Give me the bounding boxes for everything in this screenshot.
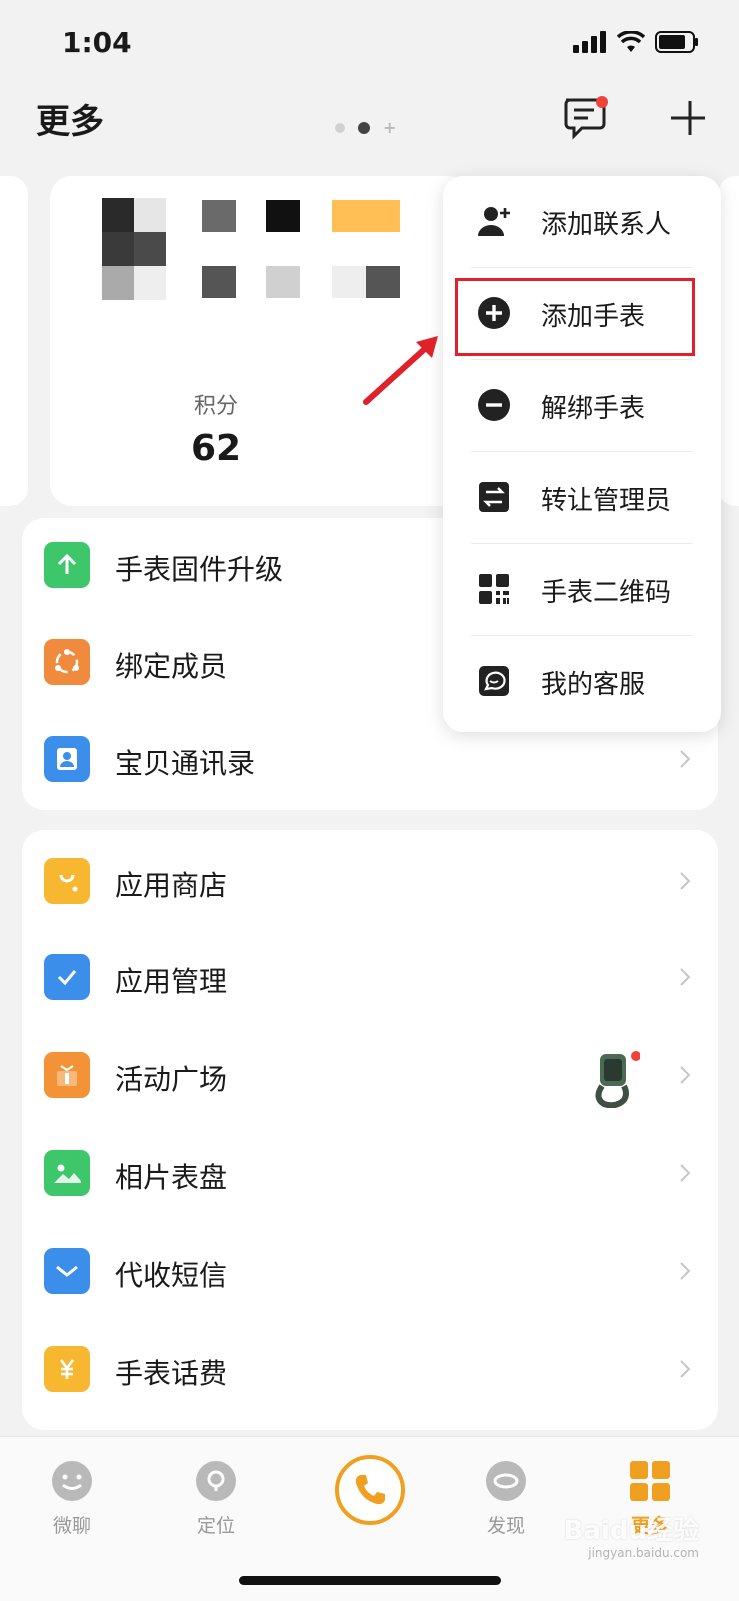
home-indicator[interactable] — [239, 1576, 501, 1585]
list-item-label: 相片表盘 — [115, 1161, 228, 1194]
members-icon — [44, 639, 90, 685]
status-time: 1:04 — [62, 26, 132, 59]
page-title: 更多 — [36, 102, 104, 142]
phone-icon — [335, 1455, 405, 1525]
menu-item-label: 转让管理员 — [541, 486, 672, 516]
menu-item-label: 我的客服 — [541, 670, 646, 700]
menu-item-qr-code[interactable]: 手表二维码 — [443, 544, 721, 636]
tab-location[interactable]: 定位 — [166, 1459, 266, 1538]
menu-item-unbind-watch[interactable]: 解绑手表 — [443, 360, 721, 452]
list-item-label: 绑定成员 — [115, 650, 228, 683]
watch-promo-icon — [595, 1051, 640, 1108]
arrow-up-icon — [44, 542, 90, 588]
list-item-activity[interactable]: 活动广场 — [22, 1028, 718, 1128]
transfer-icon — [479, 482, 509, 512]
signal-icon — [573, 31, 606, 53]
page-add-icon: + — [383, 118, 397, 137]
list-item-label: 活动广场 — [115, 1063, 228, 1096]
status-icons — [573, 30, 699, 54]
contacts-icon — [44, 736, 90, 782]
add-dropdown-menu: 添加联系人 添加手表 解绑手表 转让管理员 手表二维码 我的客服 — [443, 176, 721, 732]
list-item-label: 应用管理 — [115, 965, 228, 998]
gift-icon — [44, 1052, 90, 1098]
chevron-right-icon — [680, 968, 691, 986]
prev-card-edge[interactable] — [0, 176, 28, 506]
chevron-right-icon — [680, 750, 691, 768]
menu-item-label: 解绑手表 — [541, 394, 646, 424]
menu-item-transfer-admin[interactable]: 转让管理员 — [443, 452, 721, 544]
points-value: 62 — [190, 428, 242, 469]
red-arrow-icon — [363, 336, 438, 405]
yuan-icon — [44, 1346, 90, 1392]
list-item-phone-bill[interactable]: 手表话费 — [22, 1322, 718, 1422]
page-dot — [335, 123, 345, 133]
check-icon — [44, 954, 90, 1000]
watermark-url: jingyan.baidu.com — [588, 1546, 699, 1560]
list-item-app-store[interactable]: 应用商店 — [22, 832, 718, 932]
points-label: 积分 — [193, 394, 238, 419]
wifi-icon — [617, 31, 645, 52]
list-item-label: 宝贝通讯录 — [115, 747, 256, 780]
app-list-card: 应用商店 应用管理 活动广场 相片表盘 代收短信 手表话费 — [22, 830, 718, 1430]
add-contact-icon — [478, 207, 510, 236]
minus-circle-icon — [478, 389, 510, 421]
list-item-photo-dial[interactable]: 相片表盘 — [22, 1126, 718, 1226]
list-item-sms[interactable]: 代收短信 — [22, 1224, 718, 1324]
tab-call[interactable] — [320, 1453, 420, 1531]
list-item-app-management[interactable]: 应用管理 — [22, 930, 718, 1030]
menu-item-label: 手表二维码 — [541, 578, 672, 608]
next-card-edge[interactable] — [718, 176, 739, 506]
tab-discover[interactable]: 发现 — [456, 1459, 556, 1538]
watermark: Baidu经验 — [563, 1516, 699, 1546]
mail-icon — [44, 1248, 90, 1294]
tab-chat[interactable]: 微聊 — [22, 1459, 122, 1538]
page-dot-active — [358, 122, 370, 134]
tab-label: 定位 — [196, 1515, 235, 1537]
chat-face-icon — [52, 1461, 92, 1501]
list-item-label: 应用商店 — [115, 869, 228, 902]
location-icon — [196, 1461, 236, 1501]
chevron-right-icon — [680, 872, 691, 890]
menu-item-customer-service[interactable]: 我的客服 — [443, 636, 721, 728]
discover-icon — [486, 1461, 526, 1501]
chevron-right-icon — [680, 1066, 691, 1084]
message-icon[interactable] — [562, 96, 608, 140]
battery-icon — [655, 31, 698, 53]
qr-code-icon — [479, 574, 509, 604]
list-item-label: 手表固件升级 — [115, 553, 284, 586]
list-item-label: 代收短信 — [115, 1259, 228, 1292]
tab-label: 微聊 — [52, 1515, 91, 1537]
chevron-right-icon — [680, 1164, 691, 1182]
tab-label: 发现 — [486, 1515, 525, 1537]
menu-item-label: 添加联系人 — [541, 210, 672, 240]
chevron-right-icon — [680, 1262, 691, 1280]
photo-icon — [44, 1150, 90, 1196]
shop-bag-icon — [44, 858, 90, 904]
more-grid-icon — [630, 1461, 670, 1501]
chevron-right-icon — [680, 1360, 691, 1378]
highlight-box — [455, 278, 695, 356]
add-menu-icon[interactable] — [668, 98, 708, 138]
service-icon — [479, 666, 509, 696]
page-indicator[interactable]: + — [335, 118, 397, 137]
list-item-label: 手表话费 — [115, 1357, 228, 1390]
menu-item-add-contact[interactable]: 添加联系人 — [443, 176, 721, 268]
